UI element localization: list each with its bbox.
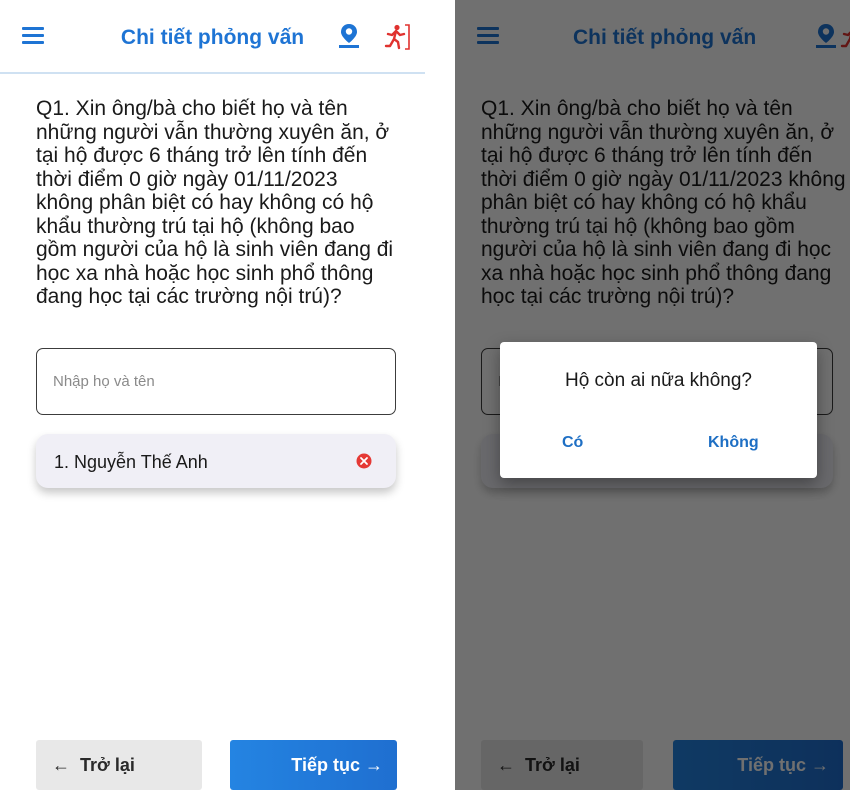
back-button-label: Trở lại bbox=[80, 754, 135, 775]
name-input[interactable] bbox=[36, 348, 396, 415]
confirm-more-members-dialog: Hộ còn ai nữa không? Có Không bbox=[500, 342, 817, 478]
arrow-left-icon: ← bbox=[52, 754, 70, 775]
next-button-label: Tiếp tục bbox=[291, 754, 360, 775]
location-pin-icon[interactable] bbox=[336, 22, 362, 50]
screen-divider bbox=[425, 0, 455, 790]
back-button[interactable]: ← Trở lại bbox=[36, 740, 202, 790]
dialog-no-button[interactable]: Không bbox=[708, 434, 759, 452]
next-button[interactable]: Tiếp tục → bbox=[230, 740, 397, 790]
dialog-yes-button[interactable]: Có bbox=[562, 434, 583, 452]
question-text: Q1. Xin ông/bà cho biết họ và tên những … bbox=[36, 97, 394, 308]
dialog-title: Hộ còn ai nữa không? bbox=[564, 370, 752, 391]
app-bar: Chi tiết phỏng vấn bbox=[0, 0, 425, 74]
screen-interview-detail-with-dialog: Chi tiết phỏng vấn Q1. Xin ông/bà cho bi… bbox=[455, 0, 850, 790]
member-list-item: 1. Nguyễn Thế Anh bbox=[36, 434, 396, 488]
remove-circle-icon[interactable] bbox=[356, 453, 372, 469]
exit-running-icon[interactable] bbox=[384, 22, 410, 50]
member-name: 1. Nguyễn Thế Anh bbox=[54, 452, 208, 472]
screen-interview-detail: Chi tiết phỏng vấn Q1. Xin ông/bà cho bi… bbox=[0, 0, 425, 790]
arrow-right-icon: → bbox=[365, 754, 383, 775]
bottom-navigation: ← Trở lại Tiếp tục → bbox=[0, 740, 425, 790]
